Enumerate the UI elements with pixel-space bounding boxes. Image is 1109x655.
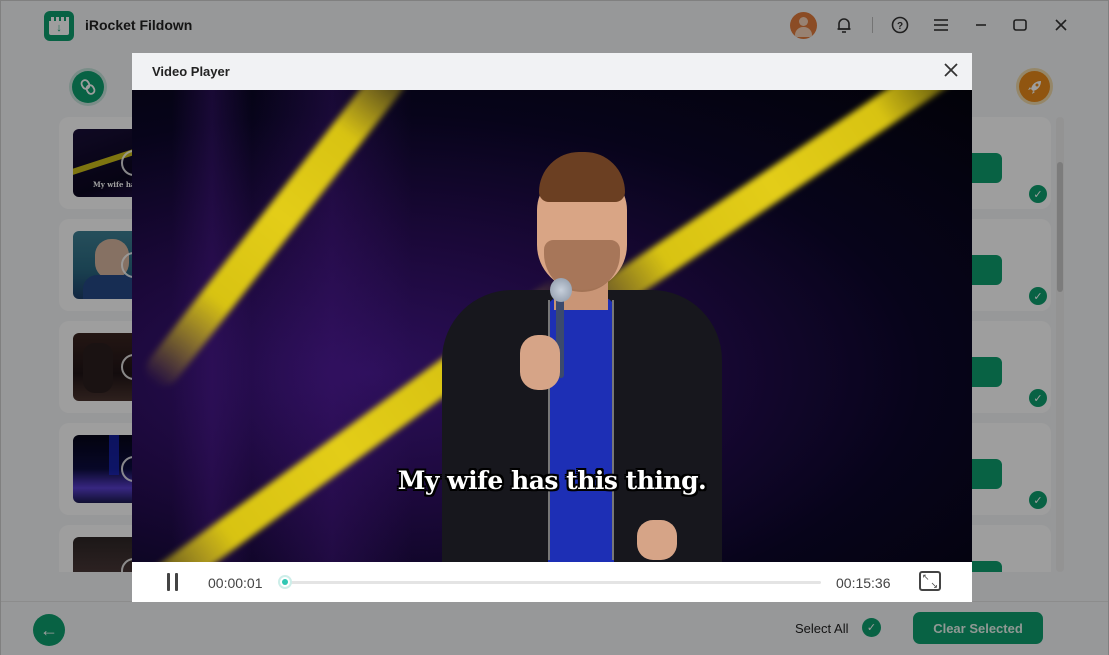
fullscreen-icon: ↖ (922, 572, 930, 582)
seek-handle[interactable] (277, 575, 292, 589)
dialog-header: Video Player (132, 53, 972, 90)
video-frame[interactable]: My wife has this thing. (132, 90, 972, 562)
video-subtitle: My wife has this thing. (397, 466, 707, 495)
close-icon (944, 63, 958, 77)
pause-button[interactable] (166, 573, 180, 591)
pause-icon (167, 573, 170, 591)
dialog-title: Video Player (152, 64, 230, 79)
seek-bar[interactable] (277, 575, 821, 589)
close-dialog-button[interactable] (940, 59, 962, 81)
fullscreen-button[interactable]: ↖ ↘ (919, 571, 941, 591)
video-subject (432, 150, 732, 562)
player-controls: 00:00:01 00:15:36 ↖ ↘ (132, 562, 972, 602)
current-time: 00:00:01 (208, 575, 263, 591)
video-player-dialog: Video Player My wife has this thing. 00:… (132, 53, 972, 602)
total-duration: 00:15:36 (836, 575, 891, 591)
